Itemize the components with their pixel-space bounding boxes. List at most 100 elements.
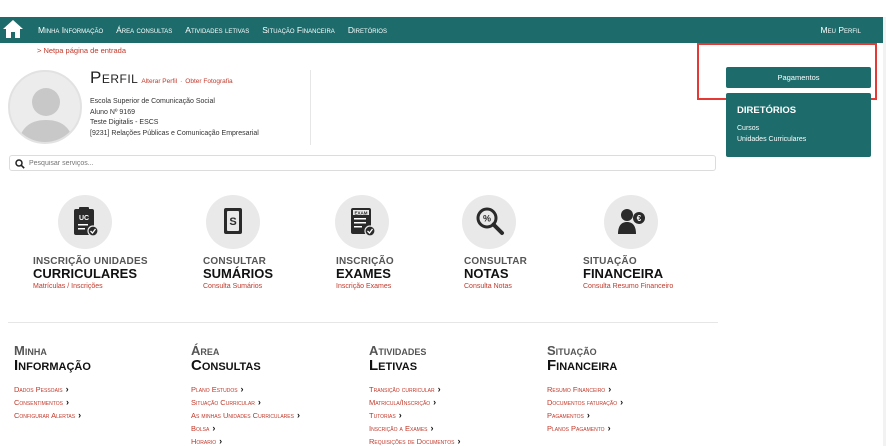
svg-text:S: S: [229, 216, 236, 228]
list-item[interactable]: Documentos faturação ›: [547, 396, 623, 409]
service-inscricao-uc[interactable]: UC INSCRIÇÃO UNIDADES CURRICULARES Matrí…: [33, 195, 148, 290]
directory-link-unidades-curriculares[interactable]: Unidades Curriculares: [737, 136, 806, 143]
column-situacao-financeira: Situação Financeira Resumo Financeiro › D…: [547, 344, 623, 435]
service-link[interactable]: Consulta Resumo Financeiro: [583, 283, 673, 290]
list-item[interactable]: Requisições de Documentos ›: [369, 435, 460, 446]
column-heading-line1: Área: [191, 343, 220, 358]
search-bar: [9, 155, 716, 171]
column-heading-line2: Informação: [14, 357, 91, 374]
magnifier-grade-icon: %: [476, 207, 504, 235]
chevron-right-icon: ›: [608, 384, 612, 394]
list-item[interactable]: Configurar Alertas ›: [14, 409, 91, 422]
service-circle: EXAM: [335, 195, 389, 249]
person-euro-icon: €: [618, 209, 645, 234]
home-icon[interactable]: [2, 18, 24, 40]
list-item-label: Resumo Financeiro: [547, 385, 606, 394]
profile-name: Teste Digitalis - ESCS: [90, 119, 159, 126]
directories-panel: DIRETÓRIOS Cursos Unidades Curriculares: [726, 93, 871, 157]
list-item-label: Pagamentos: [547, 411, 584, 420]
list-item[interactable]: Resumo Financeiro ›: [547, 383, 623, 396]
service-consultar-sumarios[interactable]: S CONSULTAR SUMÁRIOS Consulta Sumários: [203, 195, 273, 290]
highlight-box: [697, 43, 877, 100]
service-link[interactable]: Consulta Notas: [464, 283, 512, 290]
nav-situacao-financeira[interactable]: Situação Financeira: [262, 25, 335, 35]
link-separator: ·: [180, 78, 183, 85]
service-title-line2: CURRICULARES: [33, 266, 137, 281]
service-inscricao-exames[interactable]: EXAM INSCRIÇÃO EXAMES Inscrição Exames: [335, 195, 394, 290]
column-atividades-letivas: Atividades Letivas Transição curricular ›…: [369, 344, 460, 446]
profile-school: Escola Superior de Comunicação Social: [90, 98, 215, 105]
nav-minha-informacao[interactable]: Minha Informação: [38, 25, 103, 35]
list-item[interactable]: Transição curricular ›: [369, 383, 460, 396]
column-heading-line2: Letivas: [369, 357, 418, 374]
exam-icon: EXAM: [351, 208, 376, 237]
list-item[interactable]: Planos Pagamento ›: [547, 422, 623, 435]
service-link[interactable]: Inscrição Exames: [336, 283, 391, 290]
service-circle: S: [206, 195, 260, 249]
list-item-label: Configurar Alertas: [14, 411, 76, 420]
section-divider: [8, 322, 718, 323]
chevron-right-icon: ›: [398, 410, 402, 420]
list-item[interactable]: Plano Estudos ›: [191, 383, 300, 396]
main-nav: Minha Informação Área consultas Atividad…: [38, 25, 400, 35]
column-links: Plano Estudos › Situação Curricular › As m…: [191, 383, 300, 446]
svg-text:EXAM: EXAM: [354, 210, 367, 215]
chevron-right-icon: ›: [296, 410, 300, 420]
search-input[interactable]: [29, 157, 709, 169]
list-item-label: Bolsa: [191, 424, 210, 433]
svg-text:UC: UC: [79, 215, 89, 222]
service-situacao-financeira[interactable]: € SITUAÇÃO FINANCEIRA Consulta Resumo Fi…: [583, 195, 673, 290]
directory-link-cursos[interactable]: Cursos: [737, 125, 759, 132]
service-title-line2: SUMÁRIOS: [203, 266, 274, 281]
avatar: [8, 70, 82, 144]
list-item[interactable]: Pagamentos ›: [547, 409, 623, 422]
service-title-line2: FINANCEIRA: [583, 266, 664, 281]
chevron-right-icon: ›: [212, 423, 216, 433]
service-circle: €: [604, 195, 658, 249]
list-item[interactable]: As minhas Unidades Curriculares ›: [191, 409, 300, 422]
list-item[interactable]: Bolsa ›: [191, 422, 300, 435]
list-item[interactable]: Consentimentos ›: [14, 396, 91, 409]
list-item-label: Planos Pagamento: [547, 424, 605, 433]
nav-area-consultas[interactable]: Área consultas: [116, 25, 172, 35]
document-s-icon: S: [224, 208, 242, 234]
list-item[interactable]: Inscrição a Exames ›: [369, 422, 460, 435]
chevron-right-icon: ›: [620, 397, 624, 407]
list-item[interactable]: Dados Pessoais ›: [14, 383, 91, 396]
list-item[interactable]: Matricula/Inscrição ›: [369, 396, 460, 409]
nav-atividades-letivas[interactable]: Atividades letivas: [185, 25, 249, 35]
edit-profile-link[interactable]: Alterar Perfil: [141, 78, 177, 85]
chevron-right-icon: ›: [433, 397, 437, 407]
directories-title: DIRETÓRIOS: [737, 105, 797, 116]
top-navbar: Minha Informação Área consultas Atividad…: [0, 17, 886, 43]
list-item-label: Horario: [191, 437, 217, 446]
search-icon: [15, 159, 25, 169]
list-item-label: As minhas Unidades Curriculares: [191, 411, 294, 420]
service-consultar-notas[interactable]: % CONSULTAR NOTAS Consulta Notas: [462, 195, 527, 290]
breadcrumb[interactable]: > Netpa página de entrada: [37, 46, 126, 55]
get-photo-link[interactable]: Obter Fotografia: [185, 78, 232, 85]
list-item[interactable]: Tutorias ›: [369, 409, 460, 422]
column-heading-line1: Situação: [547, 343, 597, 358]
nav-meu-perfil[interactable]: Meu Perfil: [821, 25, 861, 35]
chevron-right-icon: ›: [257, 397, 261, 407]
column-minha-informacao: Minha Informação Dados Pessoais › Consent…: [14, 344, 91, 422]
chevron-right-icon: ›: [78, 410, 82, 420]
nav-diretorios[interactable]: Diretórios: [348, 25, 387, 35]
chevron-right-icon: ›: [219, 436, 223, 446]
column-heading-line1: Atividades: [369, 343, 427, 358]
list-item-label: Situação Curricular: [191, 398, 255, 407]
column-heading-line2: Consultas: [191, 357, 261, 374]
service-title-line2: NOTAS: [464, 266, 509, 281]
service-link[interactable]: Matrículas / Inscrições: [33, 283, 103, 290]
list-item-label: Dados Pessoais: [14, 385, 63, 394]
service-title-line2: EXAMES: [336, 266, 391, 281]
profile-course: [9231] Relações Públicas e Comunicação E…: [90, 129, 259, 137]
chevron-right-icon: ›: [430, 423, 434, 433]
service-link[interactable]: Consulta Sumários: [203, 283, 262, 290]
list-item[interactable]: Situação Curricular ›: [191, 396, 300, 409]
list-item-label: Tutorias: [369, 411, 396, 420]
list-item[interactable]: Horario ›: [191, 435, 300, 446]
chevron-right-icon: ›: [240, 384, 244, 394]
chevron-right-icon: ›: [65, 397, 69, 407]
